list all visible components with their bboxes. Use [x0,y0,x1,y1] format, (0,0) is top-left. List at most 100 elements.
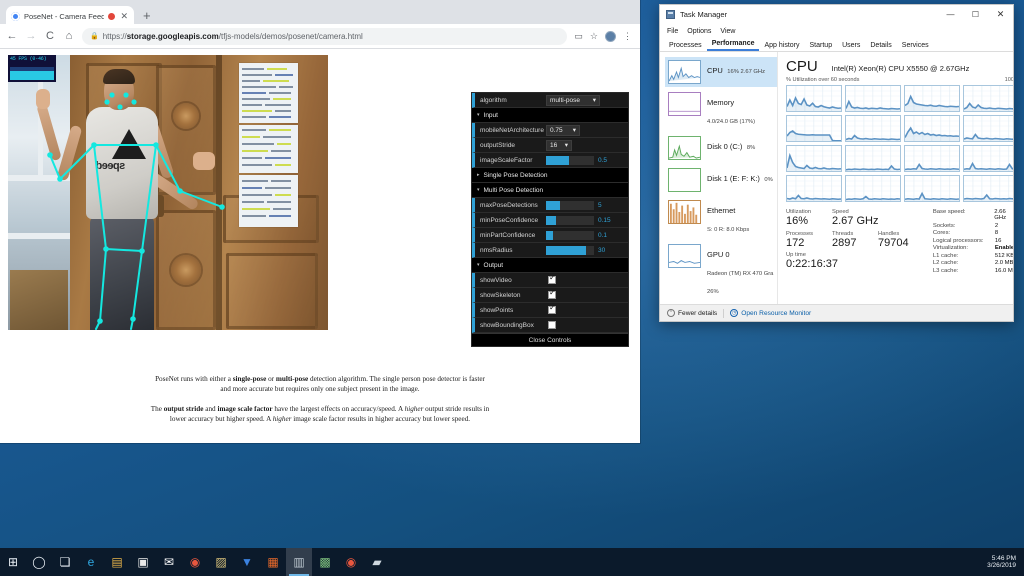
sidebar-item-gpu0[interactable]: GPU 0 Radeon (TM) RX 470 Gra 26% [665,241,777,301]
gpu0-mini-graph-icon [668,244,701,268]
cortana-search-icon[interactable]: ◯ [26,548,52,576]
gui-row-showskeleton[interactable]: showSkeleton [472,288,628,303]
menu-view[interactable]: View [720,28,735,35]
forward-icon[interactable]: → [25,31,37,42]
cpu-spec-value: 16.0 MB [995,268,1014,274]
new-tab-icon[interactable]: + [143,8,151,23]
tab-startup[interactable]: Startup [805,42,838,51]
imagescalefactor-slider[interactable] [546,156,594,165]
open-resource-monitor-button[interactable]: ◷ Open Resource Monitor [730,309,811,317]
start-button[interactable]: ⊞ [0,548,26,576]
address-bar[interactable]: 🔒 https://storage.googleapis.com/tfjs-mo… [82,28,567,45]
task-manager-titlebar: Task Manager — ☐ ✕ [660,5,1013,24]
gui-row-imagescalefactor[interactable]: imageScaleFactor 0.5 [472,153,628,168]
app-icon[interactable]: ▰ [364,548,390,576]
tab-app-history[interactable]: App history [759,42,804,51]
minimize-button[interactable]: — [938,5,963,24]
maximize-button[interactable]: ☐ [963,5,988,24]
gui-row-showpoints[interactable]: showPoints [472,303,628,318]
sidebar-item-disk1[interactable]: Disk 1 (E: F: K:) 0% [665,165,777,195]
tab-users[interactable]: Users [837,42,865,51]
cpu-spec-value: Enabled [995,245,1014,251]
close-button[interactable]: ✕ [988,5,1013,24]
tab-recording-icon [108,13,115,20]
sidebar-item-cpu[interactable]: CPU 16% 2.67 GHz [665,57,777,87]
mobilenetarchitecture-select[interactable]: 0.75 ▾ [546,125,580,136]
cpu-core-graph [786,115,842,142]
sidebar-gpu0-name: GPU 0 [707,250,730,259]
taskbar-icon-list: ⊞◯❏e▤▣✉◉▨▼▦▥▩◉▰ [0,548,390,576]
browser-tab-posenet[interactable]: PoseNet - Camera Feed Dem ✕ [6,6,134,27]
url-domain: storage.googleapis.com [127,32,219,41]
cpu-core-graph [904,85,960,112]
notepad-icon[interactable]: ▩ [312,548,338,576]
showskeleton-checkbox[interactable] [548,291,556,299]
maxposedetections-slider[interactable] [546,201,594,210]
mail-icon-glyph: ✉ [164,556,174,568]
gui-folder-single-pose[interactable]: ▸ Single Pose Detection [472,168,628,183]
cpu-core-graph [963,115,1014,142]
paint-icon[interactable]: ▦ [260,548,286,576]
microsoft-store-icon[interactable]: ▣ [130,548,156,576]
algorithm-select[interactable]: multi-pose ▾ [546,95,600,106]
chrome-menu-icon[interactable]: ⋮ [623,32,632,41]
paint-icon-glyph: ▦ [267,556,278,568]
bookmark-star-icon[interactable]: ☆ [590,32,598,41]
menu-options[interactable]: Options [687,28,711,35]
task-view-icon[interactable]: ❏ [52,548,78,576]
tab-processes[interactable]: Processes [664,42,707,51]
back-icon[interactable]: ← [6,31,18,42]
gui-row-minpartconfidence[interactable]: minPartConfidence 0.1 [472,228,628,243]
cpu-spec-value: 2.66 GHz [994,209,1014,221]
sidebar-item-ethernet[interactable]: Ethernet S: 0 R: 8.0 Kbps [665,197,777,239]
sidebar-item-disk0[interactable]: Disk 0 (C:) 8% [665,133,777,163]
fewer-details-button[interactable]: ⌃ Fewer details [667,309,717,317]
toolbar-icons: ▭ ☆ ⋮ [574,31,634,42]
sidebar-item-memory[interactable]: Memory 4.0/24.0 GB (17%) [665,89,777,131]
gui-row-algorithm[interactable]: algorithm multi-pose ▾ [472,93,628,108]
gui-row-outputstride[interactable]: outputStride 16 ▾ [472,138,628,153]
start-button-glyph: ⊞ [8,556,18,568]
caret-down-icon: ▾ [477,262,480,268]
chrome-window-icon[interactable]: ◉ [338,548,364,576]
showvideo-checkbox[interactable] [548,276,556,284]
close-controls-button[interactable]: Close Controls [472,333,628,346]
tab-services[interactable]: Services [897,42,934,51]
tab-close-icon[interactable]: ✕ [119,12,129,21]
tab-performance[interactable]: Performance [707,40,760,51]
cpu-mini-graph-icon [668,60,701,84]
minpartconfidence-slider[interactable] [546,231,594,240]
profile-avatar-icon[interactable] [605,31,616,42]
photos-icon[interactable]: ▨ [208,548,234,576]
menu-file[interactable]: File [667,28,678,35]
edge-icon[interactable]: e [78,548,104,576]
outputstride-select[interactable]: 16 ▾ [546,140,572,151]
gui-row-showboundingbox[interactable]: showBoundingBox [472,318,628,333]
camera-access-icon[interactable]: ▭ [574,32,583,41]
reload-icon[interactable]: C [44,31,56,42]
dropbox-icon[interactable]: ▼ [234,548,260,576]
file-explorer-icon[interactable]: ▤ [104,548,130,576]
p1-bold-multi-pose: multi-pose [276,375,308,383]
nmsradius-slider[interactable] [546,246,594,255]
gui-row-mobilenetarchitecture[interactable]: mobileNetArchitecture 0.75 ▾ [472,123,628,138]
taskbar-clock[interactable]: 5:46 PM 3/26/2019 [987,555,1024,570]
showpoints-checkbox[interactable] [548,306,556,314]
gui-folder-multi-pose[interactable]: ▾ Multi Pose Detection [472,183,628,198]
sidebar-ethernet-sub: S: 0 R: 8.0 Kbps [707,227,749,233]
edge-icon-glyph: e [88,556,95,568]
home-icon[interactable]: ⌂ [63,31,75,42]
imagescalefactor-value: 0.5 [598,157,628,164]
gui-row-minposeconfidence[interactable]: minPoseConfidence 0.15 [472,213,628,228]
task-manager-icon[interactable]: ▥ [286,548,312,576]
gui-row-showvideo[interactable]: showVideo [472,273,628,288]
tab-details[interactable]: Details [865,42,896,51]
gui-folder-input[interactable]: ▾ Input [472,108,628,123]
minposeconfidence-slider[interactable] [546,216,594,225]
mail-icon[interactable]: ✉ [156,548,182,576]
gui-row-maxposedetections[interactable]: maxPoseDetections 5 [472,198,628,213]
gui-folder-output[interactable]: ▾ Output [472,258,628,273]
chrome-icon[interactable]: ◉ [182,548,208,576]
gui-row-nmsradius[interactable]: nmsRadius 30 [472,243,628,258]
showboundingbox-checkbox[interactable] [548,321,556,329]
